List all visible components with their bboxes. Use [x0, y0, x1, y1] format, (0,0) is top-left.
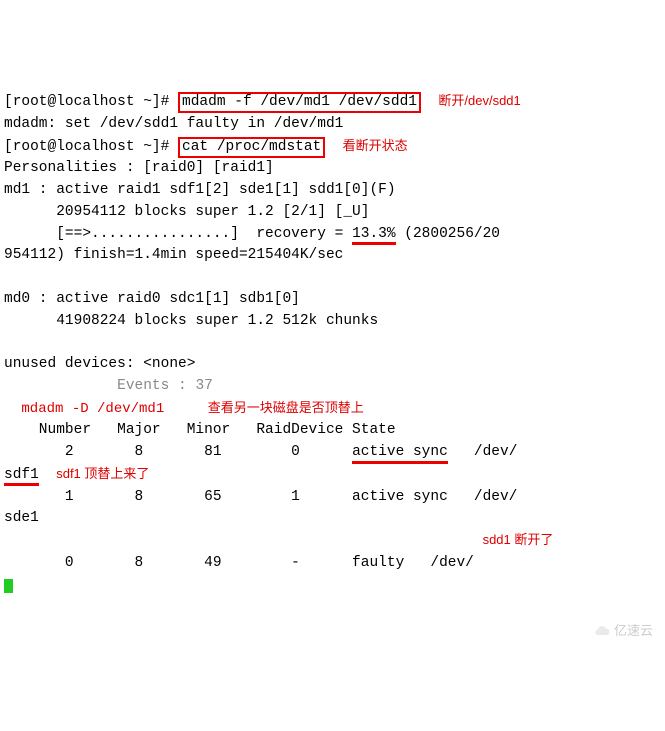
watermark: 亿速云 — [594, 621, 653, 641]
mdstat-recovery-tail: (2800256/20 — [396, 226, 500, 242]
recovery-percent: 13.3% — [352, 227, 396, 246]
cmd-mdadm-fail: mdadm -f /dev/md1 /dev/sdd1 — [178, 92, 421, 113]
annotation-sdd1: sdd1 断开了 — [483, 532, 554, 547]
annotation-fail: 断开/dev/sdd1 — [438, 93, 520, 108]
terminal-cursor — [4, 579, 13, 593]
state-active-sync: active sync — [352, 445, 448, 464]
table-row: 1 8 65 1 active sync /dev/ — [4, 489, 517, 505]
mdstat-recovery-bar: [==>................] recovery = — [4, 226, 352, 242]
cmd-cat-mdstat: cat /proc/mdstat — [178, 137, 325, 158]
table-row: 2 8 81 0 — [4, 444, 352, 460]
watermark-text: 亿速云 — [614, 621, 653, 641]
annotation-sdf1: sdf1 顶替上来了 — [56, 466, 149, 481]
annotation-status: 看断开状态 — [343, 138, 408, 153]
mdstat-unused: unused devices: <none> — [4, 356, 195, 372]
table-row-faulty: 0 8 49 - faulty /dev/ — [4, 555, 474, 571]
annotation-check-replace: 查看另一块磁盘是否顶替上 — [208, 400, 364, 415]
mdstat-md1: md1 : active raid1 sdf1[2] sde1[1] sdd1[… — [4, 182, 396, 198]
mdstat-personalities: Personalities : [raid0] [raid1] — [4, 160, 274, 176]
dev-sde1: sde1 — [4, 510, 39, 526]
output-faulty-set: mdadm: set /dev/sdd1 faulty in /dev/md1 — [4, 116, 343, 132]
prompt: [root@localhost ~]# — [4, 94, 169, 110]
cloud-icon — [594, 623, 610, 639]
table-header: Number Major Minor RaidDevice State — [4, 422, 396, 438]
annotation-cmd-detail: mdadm -D /dev/md1 — [21, 401, 164, 417]
prompt: [root@localhost ~]# — [4, 139, 169, 155]
table-row-dev: /dev/ — [448, 444, 518, 460]
mdstat-md0: md0 : active raid0 sdc1[1] sdb1[0] — [4, 291, 300, 307]
mdstat-md1-blocks: 20954112 blocks super 1.2 [2/1] [_U] — [4, 204, 369, 220]
mdstat-recovery-speed: 954112) finish=1.4min speed=215404K/sec — [4, 247, 343, 263]
events-line: Events : 37 — [117, 378, 213, 394]
dev-sdf1: sdf1 — [4, 468, 39, 487]
mdstat-md0-blocks: 41908224 blocks super 1.2 512k chunks — [4, 313, 378, 329]
